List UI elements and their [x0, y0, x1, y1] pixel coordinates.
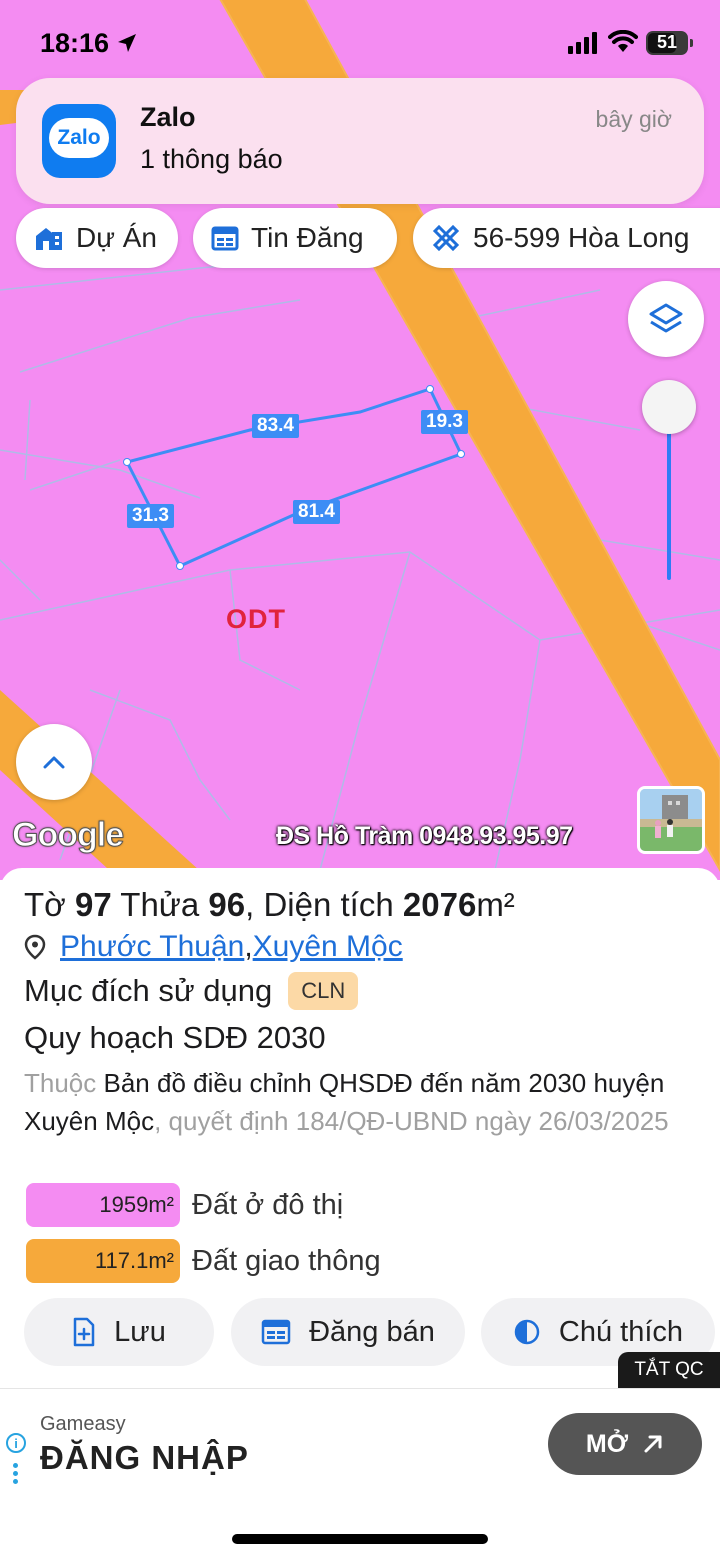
chip-label: 56-599 Hòa Long: [473, 222, 690, 253]
post-listing-icon: [261, 1319, 291, 1345]
legend-row-residential: 1959m² Đất ở đô thị: [26, 1182, 526, 1228]
cellular-signal-icon: [568, 32, 597, 54]
map-pin-icon: [24, 934, 46, 960]
post-for-sale-label: Đăng bán: [309, 1315, 435, 1348]
edge-length-label: 19.3: [421, 410, 468, 434]
legend-label-residential: Đất ở đô thị: [192, 1188, 344, 1221]
area-value: 2076: [402, 886, 477, 923]
area-unit: m²: [476, 886, 515, 923]
legend-label: Chú thích: [558, 1315, 684, 1348]
expand-panel-button[interactable]: [16, 724, 92, 800]
desc-prefix: Thuộc: [24, 1068, 97, 1098]
zone-label: ODT: [226, 604, 286, 634]
wifi-icon: [608, 30, 638, 52]
battery-cap: [690, 39, 693, 47]
zalo-notification[interactable]: Zalo Zalo 1 thông báo bây giờ: [16, 78, 704, 204]
ad-open-button[interactable]: MỞ: [548, 1413, 702, 1475]
ruler-pencil-icon: [432, 224, 460, 252]
ad-brand: Gameasy: [40, 1413, 126, 1435]
home-indicator[interactable]: [232, 1534, 488, 1544]
google-logo: Google: [11, 816, 124, 855]
land-use-badge: CLN: [288, 972, 359, 1010]
post-for-sale-button[interactable]: Đăng bán: [231, 1298, 465, 1366]
ad-open-label: MỞ: [585, 1429, 629, 1458]
notification-title: Zalo: [140, 102, 196, 132]
chip-du-an[interactable]: Dự Án: [16, 208, 178, 268]
building-icon: [36, 228, 62, 250]
home-bar-area: [0, 1496, 720, 1559]
status-bar: 18:16 51: [0, 0, 720, 80]
listing-icon: [211, 226, 239, 251]
zalo-app-icon: Zalo: [42, 104, 116, 178]
layers-icon: [649, 303, 683, 333]
location-separator: ,: [244, 930, 253, 963]
close-ad-button[interactable]: TẮT QC: [618, 1352, 720, 1388]
chevron-up-icon: [43, 756, 65, 769]
location-arrow-icon: [118, 34, 136, 52]
area-label: , Diện tích: [245, 886, 394, 923]
ad-headline: ĐĂNG NHẬP: [40, 1439, 249, 1476]
parcel-label: Thửa: [120, 886, 200, 923]
edge-length-label: 31.3: [127, 504, 174, 528]
parcel-info-panel: Tờ 97 Thửa 96, Diện tích 2076m² Phước Th…: [0, 868, 720, 1388]
land-use-row: Mục đích sử dụng CLN: [24, 972, 359, 1010]
save-label: Lưu: [114, 1315, 166, 1348]
commune-link[interactable]: Phước Thuận: [60, 930, 244, 964]
opacity-slider-handle[interactable]: [642, 380, 696, 434]
ad-banner[interactable]: i Gameasy ĐĂNG NHẬP MỞ: [0, 1388, 720, 1496]
legend-swatch-transport: 117.1m²: [26, 1239, 180, 1283]
opacity-slider-track[interactable]: [667, 410, 671, 580]
watermark-text: ĐS Hồ Tràm 0948.93.95.97: [276, 822, 573, 850]
legend-swatch-residential: 1959m²: [26, 1183, 180, 1227]
desc-decision: , quyết định 184/QĐ-UBND ngày 26/03/2025: [154, 1106, 669, 1136]
save-file-icon: [73, 1317, 95, 1347]
arrow-up-right-icon: [644, 1435, 662, 1453]
legend-contrast-icon: [514, 1319, 540, 1345]
parcel-title: Tờ 97 Thửa 96, Diện tích 2076m²: [24, 886, 515, 924]
notification-body: 1 thông báo: [140, 144, 283, 174]
chip-parcel-search[interactable]: 56-599 Hòa Long: [413, 208, 720, 268]
planning-title: Quy hoạch SDĐ 2030: [24, 1020, 326, 1055]
edge-length-label: 81.4: [293, 500, 340, 524]
battery-icon: 51: [646, 31, 688, 55]
street-view-thumbnail[interactable]: [637, 786, 705, 854]
chip-label: Tin Đăng: [251, 222, 364, 253]
legend-row-transport: 117.1m² Đất giao thông: [26, 1238, 526, 1284]
sheet-label: Tờ: [24, 886, 66, 923]
save-button[interactable]: Lưu: [24, 1298, 214, 1366]
street-view-image: [640, 789, 702, 851]
notification-time: bây giờ: [595, 106, 672, 132]
sheet-number: 97: [74, 886, 112, 923]
layers-button[interactable]: [628, 281, 704, 357]
district-link[interactable]: Xuyên Mộc: [253, 930, 403, 964]
legend-label-transport: Đất giao thông: [192, 1244, 381, 1277]
edge-length-label: 83.4: [252, 414, 299, 438]
land-use-label: Mục đích sử dụng: [24, 973, 273, 1008]
location-row: Phước Thuận, Xuyên Mộc: [24, 930, 403, 964]
ad-options-icon[interactable]: [13, 1463, 19, 1485]
planning-description: Thuộc Bản đồ điều chỉnh QHSDĐ đến năm 20…: [24, 1064, 704, 1140]
clock: 18:16: [40, 28, 110, 58]
zalo-icon-text: Zalo: [57, 126, 101, 149]
chip-tin-dang[interactable]: Tin Đăng: [193, 208, 397, 268]
battery-level: 51: [656, 32, 678, 52]
chip-label: Dự Án: [76, 222, 157, 253]
parcel-number: 96: [208, 886, 246, 923]
ad-info-icon[interactable]: i: [6, 1433, 26, 1453]
